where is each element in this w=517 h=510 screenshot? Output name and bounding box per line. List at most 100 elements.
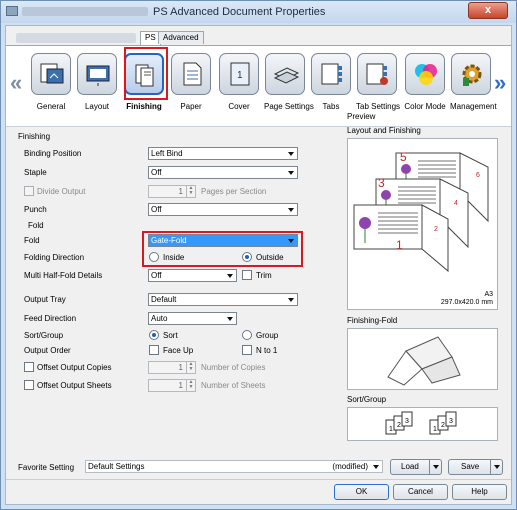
tab-advanced[interactable]: Advanced: [158, 31, 204, 44]
page-settings-icon: [273, 67, 300, 84]
stack-a-digit-3: 3: [405, 418, 409, 425]
feature-layout[interactable]: Layout: [76, 53, 118, 111]
fold-label: Fold: [24, 236, 40, 245]
feature-paper-label: Paper: [180, 102, 202, 111]
stack-a-digit-2: 2: [397, 422, 401, 429]
feature-tab-settings-label: Tab Settings: [356, 102, 401, 111]
punch-dropdown[interactable]: Off: [148, 203, 298, 216]
color-mode-icon: [415, 64, 437, 85]
paper-dimensions-label: 297.0x420.0 mm: [440, 299, 493, 306]
load-button[interactable]: Load: [390, 459, 442, 475]
multi-half-fold-dropdown[interactable]: Off: [148, 269, 237, 282]
group-label: Group: [256, 331, 279, 340]
highlight-fold-settings: [142, 231, 303, 267]
group-radio[interactable]: [242, 330, 252, 340]
folded-pages-illustration: 5 3 1 6 4 2: [353, 150, 489, 273]
scroll-right-arrow-icon[interactable]: »: [494, 70, 506, 96]
punch-value: Off: [151, 205, 162, 214]
trim-label: Trim: [256, 271, 272, 280]
folding-direction-label: Folding Direction: [24, 253, 85, 262]
save-menu-arrow[interactable]: [490, 460, 502, 474]
offset-output-sheets-checkbox[interactable]: [24, 380, 34, 390]
chevron-down-icon: [494, 465, 500, 469]
divide-output-value: 1: [178, 187, 183, 196]
paper-size-label: A3: [484, 291, 493, 298]
n-to-1-label: N to 1: [256, 346, 278, 355]
divide-output-spinner[interactable]: 1 ▲ ▼: [148, 185, 196, 198]
output-tray-dropdown[interactable]: Default: [148, 293, 298, 306]
page-number-2: 2: [434, 226, 438, 233]
spinner-arrows-icon[interactable]: ▲ ▼: [186, 380, 195, 391]
modified-indicator: (modified): [332, 462, 368, 471]
sort-group-label: Sort/Group: [24, 331, 64, 340]
feature-tab-settings[interactable]: Tab Settings: [356, 53, 401, 111]
page-number-6: 6: [476, 172, 480, 179]
offset-output-copies-checkbox[interactable]: [24, 362, 34, 372]
stack-b-digit-3: 3: [449, 418, 453, 425]
spinner-arrows-icon[interactable]: ▲ ▼: [186, 362, 195, 373]
favorite-setting-dropdown[interactable]: Default Settings (modified): [85, 460, 383, 473]
sort-group-preview-label: Sort/Group: [347, 395, 387, 404]
layout-finishing-label: Layout and Finishing: [347, 126, 421, 135]
chevron-down-icon: [227, 317, 233, 321]
sort-radio[interactable]: [149, 330, 159, 340]
management-icon: [462, 64, 482, 86]
stack-b-digit-2: 2: [441, 422, 445, 429]
preview-title: Preview: [347, 112, 376, 121]
feature-cover-label: Cover: [228, 102, 250, 111]
chevron-down-icon: [373, 465, 379, 469]
general-icon: [40, 63, 64, 84]
favorite-setting-label: Favorite Setting: [18, 463, 75, 472]
feature-cover[interactable]: 1 Cover: [218, 53, 260, 111]
svg-text:1: 1: [237, 70, 243, 81]
section-fold: Fold: [28, 221, 44, 230]
feature-color-mode[interactable]: Color Mode: [404, 53, 446, 111]
multi-half-fold-value: Off: [151, 271, 162, 280]
tab-settings-icon: [366, 63, 388, 85]
offset-copies-value: 1: [178, 363, 183, 372]
staple-dropdown[interactable]: Off: [148, 166, 298, 179]
page-number-3: 3: [378, 176, 385, 190]
feed-direction-dropdown[interactable]: Auto: [148, 312, 237, 325]
feature-layout-label: Layout: [84, 102, 110, 111]
offset-sheets-spinner[interactable]: 1 ▲ ▼: [148, 379, 196, 392]
face-up-label: Face Up: [163, 346, 194, 355]
face-up-checkbox[interactable]: [149, 345, 159, 355]
favorite-setting-value: Default Settings: [88, 462, 145, 471]
title-bar: PS Advanced Document Properties x: [1, 1, 516, 23]
offset-output-sheets-label: Offset Output Sheets: [37, 381, 112, 390]
feature-tabs[interactable]: Tabs: [310, 53, 352, 111]
trim-checkbox[interactable]: [242, 270, 252, 280]
spinner-arrows-icon[interactable]: ▲ ▼: [186, 186, 195, 197]
binding-position-dropdown[interactable]: Left Bind: [148, 147, 298, 160]
divide-output-label: Divide Output: [37, 187, 86, 196]
offset-output-copies-label: Offset Output Copies: [37, 363, 112, 372]
save-button[interactable]: Save: [448, 459, 503, 475]
close-button[interactable]: x: [468, 2, 508, 19]
help-button[interactable]: Help: [452, 484, 507, 500]
save-button-label: Save: [461, 462, 480, 471]
divide-output-checkbox[interactable]: [24, 186, 34, 196]
staple-label: Staple: [24, 168, 47, 177]
fold-preview: [347, 328, 498, 390]
n-to-1-checkbox[interactable]: [242, 345, 252, 355]
sort-group-preview: 1 2 3 1 2 3: [347, 407, 498, 441]
load-menu-arrow[interactable]: [429, 460, 441, 474]
properties-dialog: PS Advanced Document Properties x PS Adv…: [0, 0, 517, 510]
scroll-left-arrow-icon[interactable]: «: [10, 70, 22, 96]
output-order-label: Output Order: [24, 346, 71, 355]
feature-page-settings[interactable]: Page Settings: [264, 53, 314, 111]
printer-icon: [6, 6, 18, 16]
fold-diagram-icon: [387, 336, 461, 386]
chevron-down-icon: [288, 208, 294, 212]
feature-paper[interactable]: Paper: [170, 53, 212, 111]
feature-management[interactable]: Management: [450, 53, 497, 111]
ok-button[interactable]: OK: [334, 484, 389, 500]
page-number-5: 5: [400, 150, 407, 164]
feature-general[interactable]: General: [30, 53, 72, 111]
chevron-down-icon: [288, 152, 294, 156]
dialog-footer: Favorite Setting Default Settings (modif…: [6, 458, 511, 504]
cancel-button[interactable]: Cancel: [393, 484, 448, 500]
offset-copies-spinner[interactable]: 1 ▲ ▼: [148, 361, 196, 374]
pages-per-section-label: Pages per Section: [201, 187, 267, 196]
